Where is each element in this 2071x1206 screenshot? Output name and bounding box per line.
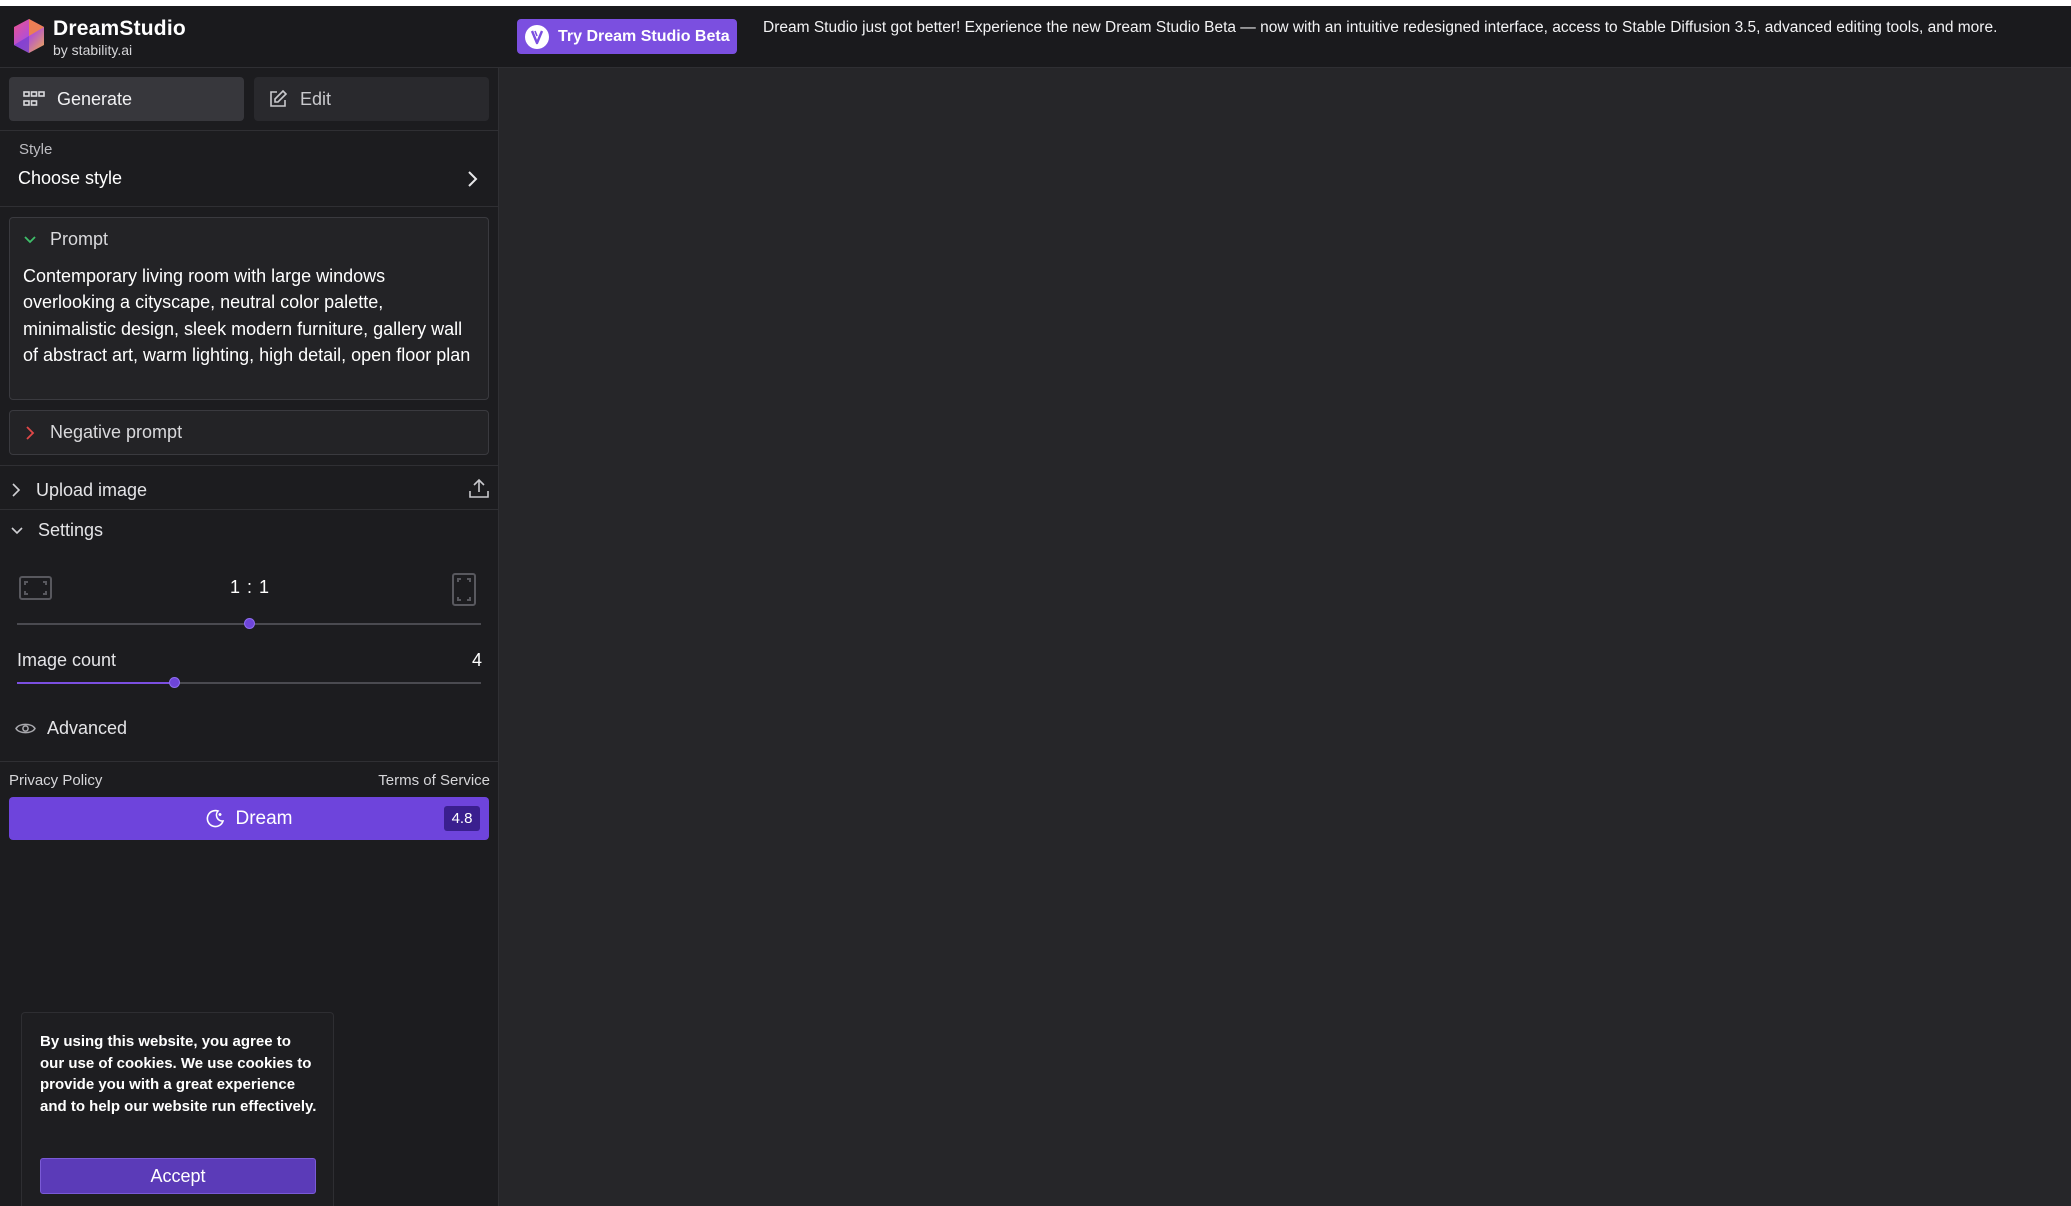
upload-image-row[interactable]: Upload image — [10, 475, 490, 505]
image-count-value: 4 — [471, 650, 482, 670]
chevron-right-icon — [26, 425, 35, 440]
divider — [0, 206, 498, 207]
prompt-header[interactable]: Prompt — [23, 229, 108, 250]
upload-icon[interactable] — [468, 477, 490, 499]
divider — [0, 761, 498, 762]
tab-generate-label: Generate — [57, 88, 133, 109]
dreamstudio-logo-icon[interactable] — [11, 18, 47, 54]
negative-prompt-section[interactable]: Negative prompt — [9, 410, 489, 455]
dream-label: Dream — [235, 807, 293, 829]
aspect-ratio-value: 1 : 1 — [229, 577, 271, 597]
divider — [0, 130, 498, 131]
chevron-down-icon — [24, 235, 36, 243]
chevron-down-icon — [11, 526, 23, 534]
prompt-textarea[interactable]: Contemporary living room with large wind… — [23, 263, 473, 368]
upload-image-label: Upload image — [36, 479, 148, 500]
cookie-text: By using this website, you agree to our … — [40, 1033, 317, 1115]
announcement-text: Dream Studio just got better! Experience… — [763, 19, 1998, 36]
advanced-toggle[interactable]: Advanced — [15, 718, 127, 739]
portrait-ratio-icon[interactable] — [452, 573, 476, 606]
terms-of-service-link[interactable]: Terms of Service — [360, 772, 490, 789]
moon-icon — [207, 809, 225, 827]
eye-icon — [15, 723, 36, 734]
tab-edit[interactable]: Edit — [254, 77, 489, 121]
slider-thumb[interactable] — [169, 677, 181, 688]
tab-edit-label: Edit — [300, 88, 332, 109]
style-label: Style — [19, 141, 53, 158]
image-count-label: Image count — [17, 650, 117, 670]
slider-thumb[interactable] — [243, 618, 255, 629]
settings-label: Settings — [38, 520, 104, 540]
tab-generate[interactable]: Generate — [9, 77, 244, 121]
chevron-right-icon — [12, 483, 21, 497]
edit-icon — [270, 89, 288, 107]
privacy-policy-link[interactable]: Privacy Policy — [9, 772, 102, 789]
advanced-label: Advanced — [47, 718, 128, 738]
prompt-section: Prompt Contemporary living room with lar… — [9, 217, 489, 400]
dream-button[interactable]: Dream 4.8 — [9, 797, 489, 840]
dream-studio-beta-icon — [525, 24, 549, 49]
slider-fill — [17, 682, 175, 684]
chevron-right-icon — [468, 171, 478, 187]
brand-byline: by stability.ai — [53, 42, 133, 58]
style-value: Choose style — [18, 168, 123, 188]
cookie-banner: By using this website, you agree to our … — [21, 1012, 334, 1206]
negative-prompt-label: Negative prompt — [50, 422, 183, 442]
try-beta-label: Try Dream Studio Beta — [558, 27, 730, 45]
brand-name: DreamStudio — [53, 17, 186, 40]
grid-icon — [23, 91, 45, 106]
try-beta-button[interactable]: Try Dream Studio Beta — [517, 19, 737, 54]
settings-header[interactable]: Settings — [10, 520, 103, 541]
prompt-label: Prompt — [50, 229, 109, 249]
cookie-accept-button[interactable]: Accept — [40, 1158, 316, 1194]
divider — [0, 465, 498, 466]
credit-cost-badge: 4.8 — [444, 806, 480, 831]
landscape-ratio-icon[interactable] — [19, 576, 52, 600]
divider — [0, 509, 498, 510]
header: DreamStudio by stability.ai Try Dream St… — [0, 6, 2071, 68]
